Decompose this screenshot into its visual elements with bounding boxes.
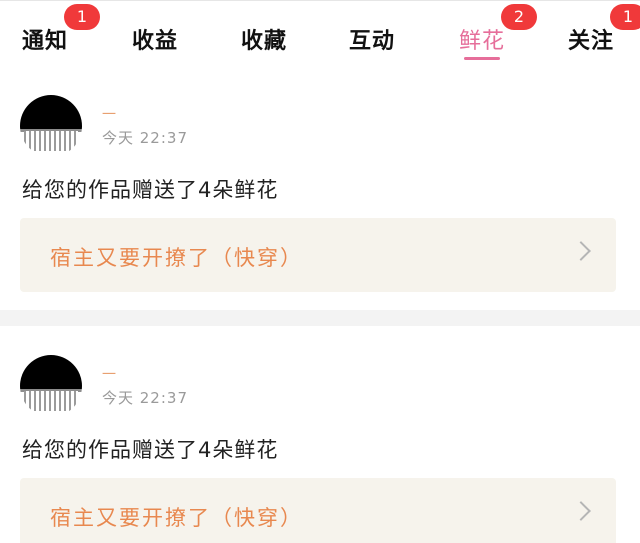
active-tab-indicator xyxy=(464,57,500,60)
tab-label: 收益 xyxy=(132,29,179,54)
chevron-right-icon xyxy=(571,501,591,521)
tab-label: 互动 xyxy=(349,29,396,54)
tab-notifications[interactable]: 通知 1 xyxy=(22,1,102,71)
work-title: 宿主又要开撩了（快穿） xyxy=(50,246,303,270)
username[interactable]: 一 xyxy=(102,364,116,384)
tab-badge: 1 xyxy=(610,4,640,30)
avatar-image xyxy=(20,355,82,389)
tab-badge: 1 xyxy=(64,4,100,30)
avatar-image xyxy=(24,131,78,151)
flower-notifications-page: 通知 1 收益 收藏 互动 鲜花 2 关注 1 一 今天 22:37 给您的作品… xyxy=(0,0,640,543)
tab-flowers[interactable]: 鲜花 2 xyxy=(459,1,539,71)
avatar-image xyxy=(24,391,78,411)
avatar-image xyxy=(20,95,82,129)
avatar[interactable] xyxy=(20,95,82,157)
work-title: 宿主又要开撩了（快穿） xyxy=(50,506,303,530)
tab-following[interactable]: 关注 1 xyxy=(568,1,640,71)
notification-item: 一 今天 22:37 给您的作品赠送了4朵鲜花 宿主又要开撩了（快穿） xyxy=(0,326,640,543)
notification-message: 给您的作品赠送了4朵鲜花 xyxy=(22,178,279,202)
tab-earnings[interactable]: 收益 xyxy=(132,1,212,71)
work-link[interactable]: 宿主又要开撩了（快穿） xyxy=(20,478,616,543)
timestamp: 今天 22:37 xyxy=(102,389,188,407)
section-divider xyxy=(0,310,640,326)
tab-label: 收藏 xyxy=(241,29,288,54)
tab-label: 通知 xyxy=(22,29,69,54)
username[interactable]: 一 xyxy=(102,104,116,124)
tab-bar: 通知 1 收益 收藏 互动 鲜花 2 关注 1 xyxy=(0,0,640,71)
timestamp: 今天 22:37 xyxy=(102,129,188,147)
tab-label: 关注 xyxy=(568,29,615,54)
tab-favorites[interactable]: 收藏 xyxy=(241,1,321,71)
notification-item: 一 今天 22:37 给您的作品赠送了4朵鲜花 宿主又要开撩了（快穿） xyxy=(0,70,640,310)
tab-badge: 2 xyxy=(501,4,537,30)
tab-interactions[interactable]: 互动 xyxy=(349,1,429,71)
notification-message: 给您的作品赠送了4朵鲜花 xyxy=(22,438,279,462)
avatar[interactable] xyxy=(20,355,82,417)
work-link[interactable]: 宿主又要开撩了（快穿） xyxy=(20,218,616,292)
chevron-right-icon xyxy=(571,241,591,261)
tab-label: 鲜花 xyxy=(459,29,506,54)
